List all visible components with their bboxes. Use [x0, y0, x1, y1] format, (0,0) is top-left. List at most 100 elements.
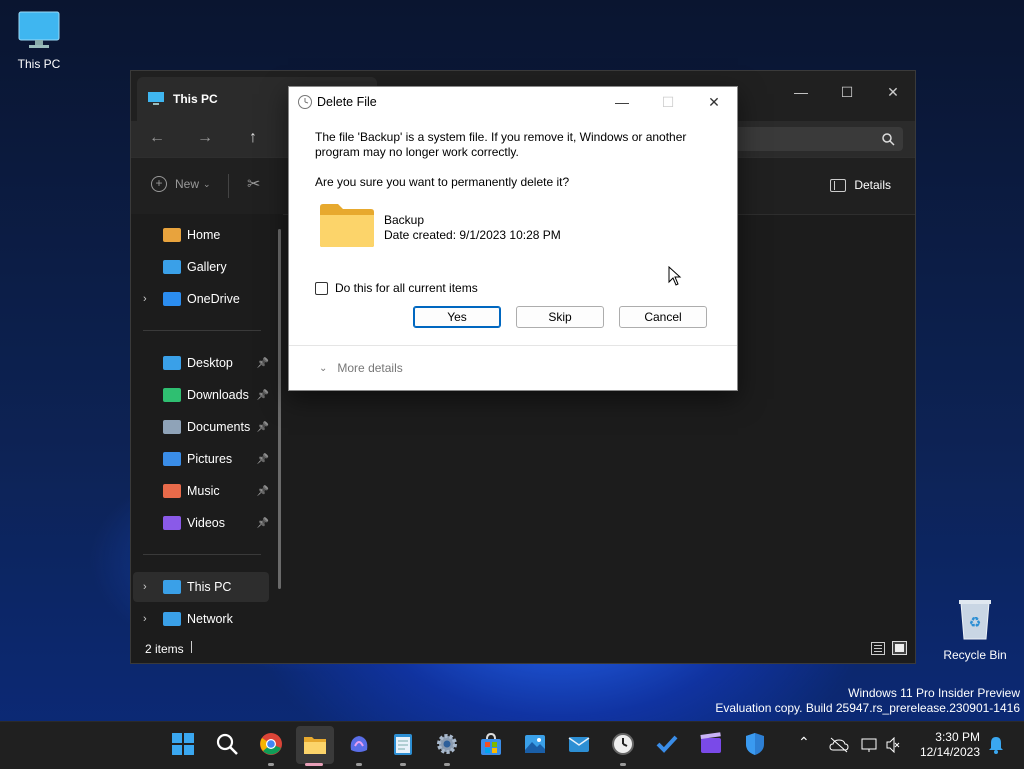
up-button[interactable]: ↑	[241, 129, 265, 149]
status-bar: 2 items	[131, 633, 915, 663]
chevron-down-icon: ⌄	[203, 178, 211, 189]
settings-gear-icon[interactable]	[435, 732, 459, 756]
minimize-button[interactable]: —	[779, 77, 823, 107]
toolbar-separator	[228, 174, 229, 198]
dialog-message: The file 'Backup' is a system file. If y…	[315, 130, 686, 160]
sidebar-item-this-pc[interactable]: › This PC	[133, 572, 269, 602]
start-button[interactable]	[171, 732, 195, 756]
sidebar-item-downloads[interactable]: Downloads 📌	[133, 380, 269, 410]
dialog-titlebar: Delete File — ☐ ✕	[289, 87, 737, 117]
sidebar-item-label: Desktop	[187, 356, 233, 370]
volume-muted-icon[interactable]	[886, 737, 900, 753]
desktop-icon-this-pc[interactable]: This PC	[3, 10, 75, 71]
cancel-button[interactable]: Cancel	[619, 306, 707, 328]
sidebar-item-onedrive[interactable]: › OneDrive	[133, 284, 269, 314]
store-icon[interactable]	[479, 732, 503, 756]
active-indicator	[305, 763, 323, 766]
apply-all-checkbox[interactable]	[315, 281, 328, 295]
network-icon[interactable]	[861, 737, 879, 753]
skip-button[interactable]: Skip	[516, 306, 604, 328]
sidebar-item-label: Videos	[187, 516, 225, 530]
mouse-cursor-icon	[668, 266, 682, 286]
apply-all-checkbox-row[interactable]: Do this for all current items	[315, 281, 478, 295]
chevron-right-icon[interactable]: ›	[143, 581, 147, 593]
todo-icon[interactable]	[655, 732, 679, 756]
evaluation-watermark: Windows 11 Pro Insider Preview Evaluatio…	[715, 686, 1020, 716]
message-line-1: The file 'Backup' is a system file. If y…	[315, 130, 687, 144]
details-pane-icon	[830, 178, 847, 192]
running-indicator	[356, 763, 362, 766]
yes-button[interactable]: Yes	[413, 306, 501, 328]
this-pc-icon	[163, 580, 181, 594]
forward-button[interactable]: →	[193, 129, 217, 149]
sidebar-item-network[interactable]: › Network	[133, 604, 269, 634]
desktop-icon-label: Recycle Bin	[943, 648, 1007, 662]
close-icon: ✕	[708, 93, 720, 110]
running-indicator	[620, 763, 626, 766]
running-indicator	[268, 763, 274, 766]
folder-icon	[320, 204, 374, 247]
security-shield-icon[interactable]	[743, 732, 767, 756]
mail-icon[interactable]	[567, 732, 591, 756]
sidebar-item-documents[interactable]: Documents 📌	[133, 412, 269, 442]
sidebar-item-home[interactable]: Home	[133, 220, 269, 250]
notification-bell-icon[interactable]	[988, 736, 1004, 754]
monitor-icon	[18, 11, 60, 48]
home-icon	[163, 228, 181, 242]
sidebar-item-gallery[interactable]: Gallery	[133, 252, 269, 282]
sidebar-item-label: Documents	[187, 420, 251, 434]
pin-icon[interactable]: 📌	[257, 454, 269, 465]
sidebar-item-label: Pictures	[187, 452, 233, 466]
details-button[interactable]: Details	[830, 178, 891, 192]
search-icon	[882, 133, 895, 146]
desktop-icon-recycle-bin[interactable]: ♻ Recycle Bin	[939, 597, 1011, 662]
search-box[interactable]: C	[723, 127, 903, 151]
pin-icon[interactable]: 📌	[257, 390, 269, 401]
sidebar-item-label: Music	[187, 484, 220, 498]
photos-icon[interactable]	[523, 732, 547, 756]
back-button[interactable]: ←	[145, 129, 169, 149]
notepad-icon[interactable]	[391, 732, 415, 756]
clock-app-icon[interactable]	[611, 732, 635, 756]
sidebar-item-videos[interactable]: Videos 📌	[133, 508, 269, 538]
pin-icon[interactable]: 📌	[257, 422, 269, 433]
maximize-button[interactable]: ☐	[825, 77, 869, 107]
cut-button[interactable]: ✂	[247, 174, 260, 194]
chevron-right-icon[interactable]: ›	[143, 293, 147, 305]
copilot-icon[interactable]	[347, 732, 371, 756]
onedrive-offline-icon[interactable]	[829, 737, 849, 753]
chevron-right-icon[interactable]: ›	[143, 613, 147, 625]
clock-area[interactable]: 3:30 PM 12/14/2023	[914, 730, 980, 760]
navigation-pane: Home Gallery › OneDrive Desktop 📌 Downloads 📌 D…	[131, 214, 283, 631]
file-name: Backup	[384, 213, 425, 227]
details-view-button[interactable]	[871, 642, 885, 655]
sidebar-item-desktop[interactable]: Desktop 📌	[133, 348, 269, 378]
pin-icon[interactable]: 📌	[257, 486, 269, 497]
onedrive-icon	[163, 292, 181, 306]
dialog-close-button[interactable]: ✕	[691, 87, 737, 117]
gallery-icon	[163, 260, 181, 274]
sidebar-item-pictures[interactable]: Pictures 📌	[133, 444, 269, 474]
pin-icon[interactable]: 📌	[257, 518, 269, 529]
taskbar-time: 3:30 PM	[935, 730, 980, 744]
sidebar-scrollbar[interactable]	[278, 229, 281, 589]
chevron-down-icon: ⌄	[319, 362, 328, 374]
chrome-icon[interactable]	[259, 732, 283, 756]
running-indicator	[400, 763, 406, 766]
search-button[interactable]	[215, 732, 239, 756]
show-hidden-icons-button[interactable]: ⌃	[798, 734, 810, 751]
clipchamp-icon[interactable]	[699, 732, 723, 756]
more-details-button[interactable]: ⌄ More details	[319, 361, 403, 375]
tiles-view-button[interactable]	[892, 641, 907, 655]
new-button[interactable]: + New ⌄	[151, 176, 211, 192]
file-explorer-taskbar-button[interactable]	[296, 726, 334, 764]
close-button[interactable]: ✕	[871, 77, 915, 107]
clock-icon	[298, 95, 312, 109]
sidebar-item-music[interactable]: Music 📌	[133, 476, 269, 506]
dialog-minimize-button[interactable]: —	[599, 87, 645, 117]
close-icon: ✕	[887, 83, 899, 100]
sidebar-item-label: Gallery	[187, 260, 227, 274]
pin-icon[interactable]: 📌	[257, 358, 269, 369]
maximize-icon: ☐	[661, 93, 675, 110]
watermark-line-1: Windows 11 Pro Insider Preview	[848, 686, 1020, 700]
